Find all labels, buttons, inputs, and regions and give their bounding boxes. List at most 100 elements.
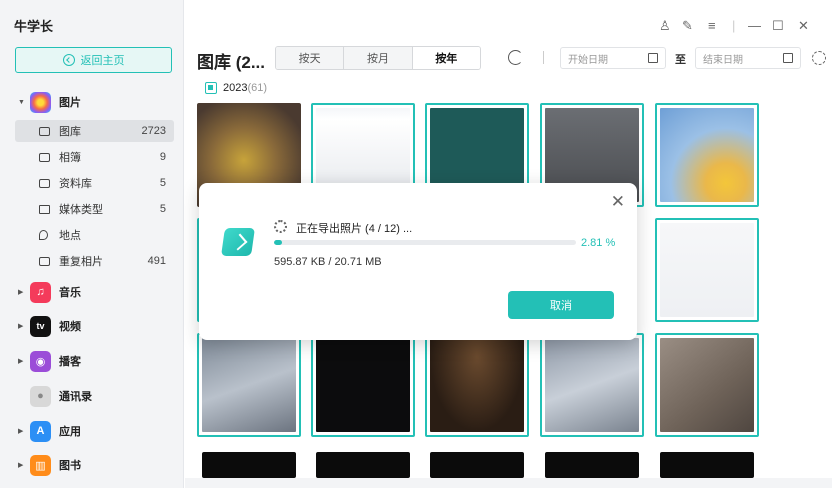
caret-down-icon: ▼ — [18, 98, 25, 106]
photo-thumbnail[interactable] — [660, 452, 754, 478]
year-count: (61) — [247, 82, 268, 94]
music-icon: ♫ — [30, 281, 51, 303]
appstore-icon: A — [30, 420, 51, 442]
sidebar-group-label: 播客 — [59, 356, 81, 368]
duplicate-icon — [39, 256, 50, 266]
sidebar-group-label: 图书 — [59, 460, 81, 472]
sidebar-item-database[interactable]: 资料库 5 — [15, 172, 174, 194]
page-title: 图库 (2... — [197, 53, 266, 72]
library-icon — [39, 126, 50, 136]
photo-thumbnail-selected[interactable] — [197, 333, 301, 437]
tab-by-month[interactable]: 按月 — [344, 47, 413, 69]
refresh-icon[interactable] — [508, 50, 523, 65]
sidebar-item-label: 媒体类型 — [59, 204, 103, 216]
scroll-area-bottom — [185, 478, 832, 488]
account-icon[interactable]: ♙ — [659, 18, 671, 34]
contacts-icon: ● — [30, 385, 51, 407]
maximize-icon[interactable]: ☐ — [772, 18, 784, 34]
photo-thumbnail-selected[interactable] — [540, 333, 644, 437]
sidebar-group-label: 视频 — [59, 321, 81, 333]
sidebar-group-apps[interactable]: ▶ A 应用 — [0, 418, 184, 444]
progress-fill — [274, 240, 283, 245]
podcast-icon: ◉ — [30, 350, 51, 372]
caret-right-icon: ▶ — [18, 323, 24, 330]
close-icon[interactable]: ✕ — [798, 18, 809, 34]
sidebar-item-label: 相簿 — [59, 152, 81, 164]
home-arrow-icon — [62, 54, 75, 66]
divider-icon: | — [732, 18, 736, 33]
year-checkbox[interactable] — [205, 82, 217, 94]
sidebar-group-books[interactable]: ▶ ▥ 图书 — [0, 452, 184, 478]
sidebar-item-duplicates[interactable]: 重复相片 491 — [15, 250, 174, 272]
sidebar-group-photos[interactable]: ▼ 图片 — [0, 89, 184, 115]
photo-thumbnail[interactable] — [545, 452, 639, 478]
sidebar-item-count: 491 — [147, 255, 166, 267]
cancel-button[interactable]: 取消 — [508, 291, 614, 319]
loading-spinner-icon — [274, 220, 287, 233]
photo-thumbnail[interactable] — [430, 452, 524, 478]
export-size-text: 595.87 KB / 20.71 MB — [274, 256, 382, 268]
date-range-separator: 至 — [675, 54, 686, 66]
toolbar: ♙ ✎ ≡ | — ☐ ✕ 图库 (2... 按天 按月 按年 开始日期 至 结… — [185, 0, 832, 78]
photo-thumbnail-selected[interactable] — [655, 103, 759, 207]
export-progress-dialog: ✕ 正在导出照片 (4 / 12) ... 2.81 % 595.87 KB /… — [199, 183, 637, 340]
sidebar-item-label: 资料库 — [59, 178, 92, 190]
settings-icon[interactable] — [812, 51, 826, 65]
photo-thumbnail[interactable] — [202, 452, 296, 478]
end-date-field[interactable]: 结束日期 — [695, 47, 801, 69]
sidebar-item-albums[interactable]: 相簿 9 — [15, 146, 174, 168]
menu-icon[interactable]: ≡ — [708, 18, 716, 33]
photo-thumbnail-selected[interactable] — [311, 333, 415, 437]
sidebar-item-media-types[interactable]: 媒体类型 5 — [15, 198, 174, 220]
minimize-icon[interactable]: — — [748, 18, 761, 33]
photo-thumbnail-selected[interactable] — [655, 218, 759, 322]
sidebar-group-contacts[interactable]: ● 通讯录 — [0, 383, 184, 409]
caret-right-icon: ▶ — [18, 358, 24, 365]
view-mode-tabs: 按天 按月 按年 — [275, 46, 481, 70]
sidebar-item-count: 9 — [159, 151, 166, 163]
year-label: 2023 — [223, 82, 248, 94]
sidebar-group-label: 音乐 — [59, 287, 81, 299]
photo-thumbnail[interactable] — [316, 452, 410, 478]
export-progress-bar — [274, 240, 576, 245]
caret-right-icon: ▶ — [18, 289, 24, 296]
caret-right-icon: ▶ — [18, 462, 24, 469]
album-icon — [39, 152, 50, 162]
export-icon — [221, 228, 255, 256]
calendar-icon — [783, 53, 793, 63]
location-icon — [39, 230, 48, 240]
sidebar-group-label: 通讯录 — [59, 391, 92, 403]
books-icon: ▥ — [30, 454, 51, 476]
appletv-icon: tv — [30, 315, 51, 337]
back-home-label: 返回主页 — [80, 55, 125, 67]
start-date-field[interactable]: 开始日期 — [560, 47, 666, 69]
sidebar-group-music[interactable]: ▶ ♫ 音乐 — [0, 279, 184, 305]
photos-icon — [30, 91, 51, 113]
photo-thumbnail-selected[interactable] — [655, 333, 759, 437]
feedback-icon[interactable]: ✎ — [682, 18, 693, 34]
tab-by-year[interactable]: 按年 — [412, 47, 480, 69]
sidebar-group-label: 图片 — [59, 97, 81, 109]
app-title: 牛学长 — [14, 19, 54, 34]
sidebar-item-places[interactable]: 地点 — [15, 224, 174, 246]
progress-percent: 2.81 % — [581, 237, 616, 249]
database-icon — [39, 178, 50, 188]
sidebar-item-label: 地点 — [59, 230, 81, 242]
export-status-text: 正在导出照片 (4 / 12) ... — [296, 223, 413, 235]
sidebar-item-library[interactable]: 图库 2723 — [15, 120, 174, 142]
sidebar-group-video[interactable]: ▶ tv 视频 — [0, 313, 184, 339]
sidebar-group-podcasts[interactable]: ▶ ◉ 播客 — [0, 348, 184, 374]
sidebar-item-label: 重复相片 — [59, 256, 103, 268]
caret-right-icon: ▶ — [18, 428, 24, 435]
back-home-button[interactable]: 返回主页 — [15, 47, 172, 73]
sidebar-group-label: 应用 — [59, 426, 81, 438]
end-date-placeholder: 结束日期 — [703, 54, 743, 66]
tab-by-day[interactable]: 按天 — [276, 47, 345, 69]
media-type-icon — [39, 204, 50, 214]
photo-thumbnail-selected[interactable] — [425, 333, 529, 437]
year-header[interactable]: 2023 (61) — [205, 82, 267, 94]
calendar-icon — [648, 53, 658, 63]
toolbar-divider — [543, 51, 544, 64]
close-icon[interactable]: ✕ — [611, 192, 625, 212]
sidebar-item-count: 2723 — [141, 125, 166, 137]
